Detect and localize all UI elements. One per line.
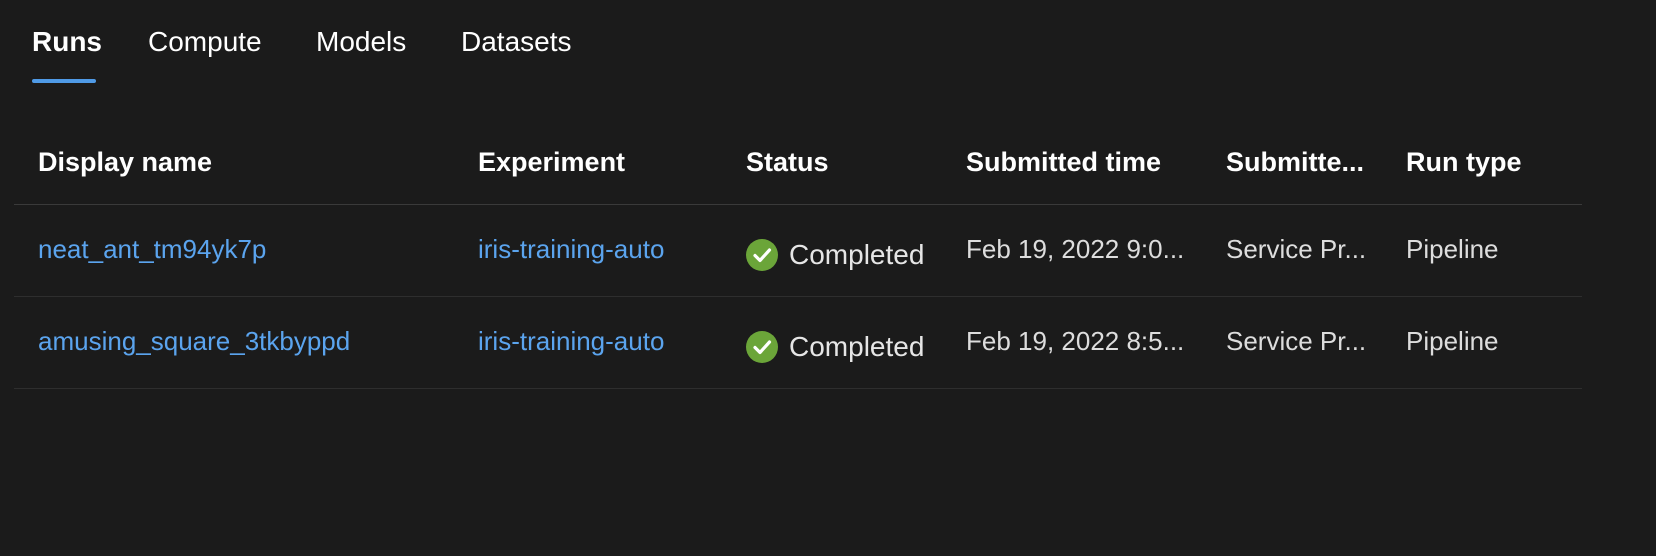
submitted-time: Feb 19, 2022 8:5... [966,326,1185,356]
status-cell: Completed [746,327,924,367]
run-display-name-link[interactable]: amusing_square_3tkbyppd [38,321,350,361]
column-header-submitted-by[interactable]: Submitte... [1226,142,1364,182]
table-row[interactable]: amusing_square_3tkbyppd iris-training-au… [14,297,1582,389]
tab-runs[interactable]: Runs [32,22,102,62]
table-header-row: Display name Experiment Status Submitted… [14,112,1582,205]
submitted-time: Feb 19, 2022 9:0... [966,234,1185,264]
run-type: Pipeline [1406,234,1499,264]
status-label: Completed [789,331,925,362]
run-type: Pipeline [1406,326,1499,356]
experiment-link[interactable]: iris-training-auto [478,321,664,361]
run-display-name-link[interactable]: neat_ant_tm94yk7p [38,229,266,269]
column-header-status[interactable]: Status [746,142,829,182]
tab-compute[interactable]: Compute [148,22,262,62]
active-tab-indicator [32,79,96,83]
column-header-experiment[interactable]: Experiment [478,142,625,182]
runs-table: Display name Experiment Status Submitted… [14,112,1582,389]
tab-datasets[interactable]: Datasets [461,22,572,62]
status-cell: Completed [746,235,924,275]
check-circle-icon [746,331,778,363]
submitted-by: Service Pr... [1226,234,1367,264]
submitted-by: Service Pr... [1226,326,1367,356]
tab-models[interactable]: Models [316,22,406,62]
table-row[interactable]: neat_ant_tm94yk7p iris-training-auto Com… [14,205,1582,297]
tab-bar: Runs Compute Models Datasets [0,0,1656,84]
column-header-run-type[interactable]: Run type [1406,142,1522,182]
column-header-submitted-time[interactable]: Submitted time [966,142,1161,182]
status-label: Completed [789,239,925,270]
experiment-link[interactable]: iris-training-auto [478,229,664,269]
column-header-display-name[interactable]: Display name [38,142,212,182]
check-circle-icon [746,239,778,271]
